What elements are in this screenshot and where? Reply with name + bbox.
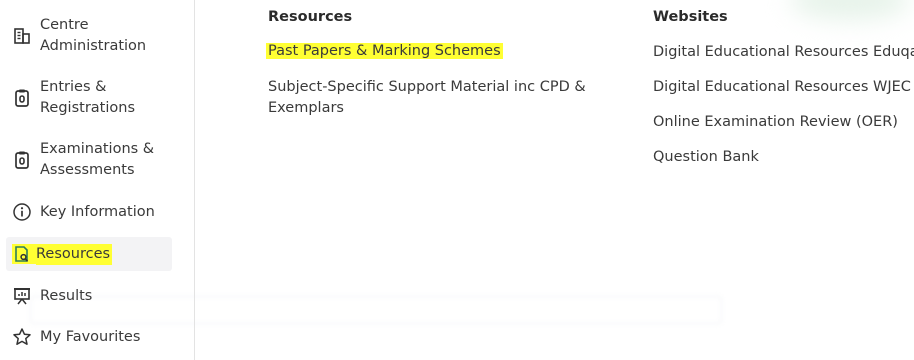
link-online-examination-review[interactable]: Online Examination Review (OER) xyxy=(653,112,898,133)
sidebar-item-key-information[interactable]: Key Information xyxy=(6,200,172,224)
sidebar-item-label: Assessments xyxy=(40,162,135,178)
sidebar-item-entries-registrations[interactable]: Entries & Registrations xyxy=(6,76,172,120)
sidebar-item-label: Resources xyxy=(36,243,113,265)
clipboard-icon xyxy=(10,86,34,110)
sidebar-item-label: Entries & xyxy=(40,79,107,95)
document-search-icon xyxy=(12,244,36,264)
resources-heading: Resources xyxy=(268,9,353,25)
background-decoration xyxy=(790,0,910,20)
sidebar-item-resources[interactable]: Resources xyxy=(6,237,172,271)
websites-heading: Websites xyxy=(653,9,728,25)
sidebar-item-label: Examinations & xyxy=(40,141,155,157)
sidebar-nav: Centre Administration Entries & Registra… xyxy=(0,0,195,360)
sidebar-item-label: Administration xyxy=(40,38,147,54)
link-label: Subject-Specific Support Material inc CP… xyxy=(268,79,586,95)
link-subject-specific-support-material[interactable]: Subject-Specific Support Material inc CP… xyxy=(268,77,586,119)
link-digital-educational-resources-eduqas[interactable]: Digital Educational Resources Eduqas xyxy=(653,42,914,63)
info-icon xyxy=(10,200,34,224)
link-digital-educational-resources-wjec[interactable]: Digital Educational Resources WJEC xyxy=(653,77,911,98)
presentation-chart-icon xyxy=(10,284,34,308)
sidebar-item-label: Key Information xyxy=(40,203,155,220)
sidebar-item-label: Centre xyxy=(40,17,89,33)
sidebar-item-label: Results xyxy=(40,287,93,304)
link-label: Exemplars xyxy=(268,100,344,116)
sidebar-item-label: Registrations xyxy=(40,100,135,116)
building-icon xyxy=(10,24,34,48)
mega-menu-panel: Centre Administration Entries & Registra… xyxy=(0,0,914,360)
sidebar-item-results[interactable]: Results xyxy=(6,284,172,308)
clipboard-icon xyxy=(10,148,34,172)
link-label: Past Papers & Marking Schemes xyxy=(266,43,503,59)
sidebar-item-my-favourites[interactable]: My Favourites xyxy=(6,325,172,349)
sidebar-item-examinations-assessments[interactable]: Examinations & Assessments xyxy=(6,138,172,182)
sidebar-item-centre-administration[interactable]: Centre Administration xyxy=(6,14,172,58)
sidebar-item-label: My Favourites xyxy=(40,328,141,345)
link-question-bank[interactable]: Question Bank xyxy=(653,147,759,168)
star-icon xyxy=(10,325,34,349)
link-past-papers-marking-schemes[interactable]: Past Papers & Marking Schemes xyxy=(266,41,503,62)
